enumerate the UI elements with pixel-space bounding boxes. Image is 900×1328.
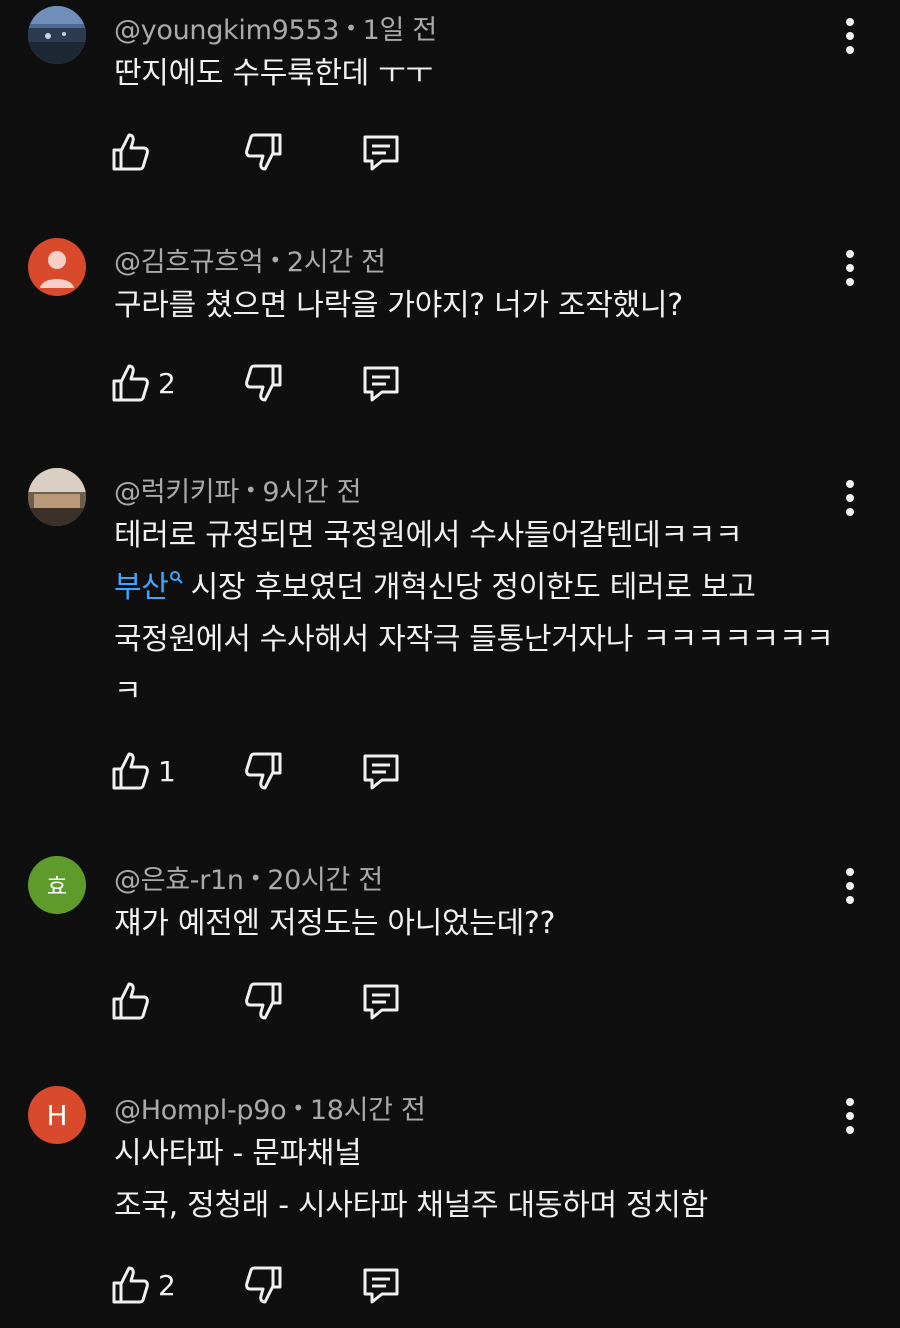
avatar-photo-icon <box>28 6 86 64</box>
comment-author[interactable]: @김흐규흐억 <box>114 247 264 278</box>
comment-meta: @youngkim9553 • 1일 전 <box>114 8 437 47</box>
comment-line: 딴지에도 수두룩한데 ㅜㅜ <box>114 56 433 91</box>
thumbs-up-icon <box>112 752 149 790</box>
comment-time: 18시간 전 <box>309 1095 426 1126</box>
more-options-icon[interactable] <box>838 250 862 286</box>
comment-author[interactable]: @럭키키파 <box>114 477 239 508</box>
avatar[interactable] <box>28 238 86 296</box>
like-button[interactable]: 2 <box>110 1264 176 1306</box>
person-icon <box>40 251 74 288</box>
thumbs-down-icon <box>245 982 282 1020</box>
search-link[interactable]: 부산 <box>114 570 169 605</box>
comment-author[interactable]: @youngkim9553 <box>114 15 339 46</box>
meta-separator: • <box>249 866 262 890</box>
comment-line: 국정원에서 수사해서 자작극 들통난거자나 ㅋㅋㅋㅋㅋㅋㅋ <box>114 622 834 657</box>
dislike-button[interactable] <box>244 980 284 1022</box>
more-options-icon[interactable] <box>838 480 862 516</box>
comment-line: ㅋ <box>114 674 142 709</box>
thumbs-down-icon <box>245 752 282 790</box>
comment-text: 쟤가 예전엔 저정도는 아니었는데?? <box>114 898 844 950</box>
reply-comment-icon <box>363 984 399 1020</box>
reply-button[interactable] <box>360 131 402 173</box>
reply-comment-icon <box>363 1268 399 1304</box>
dislike-button[interactable] <box>244 362 284 404</box>
avatar[interactable]: H <box>28 1086 86 1144</box>
more-options-icon[interactable] <box>838 868 862 904</box>
search-icon[interactable] <box>169 570 185 586</box>
dislike-button[interactable] <box>244 131 284 173</box>
reply-button[interactable] <box>360 1264 402 1306</box>
meta-separator: • <box>292 1096 304 1120</box>
thumbs-down-icon <box>245 133 282 171</box>
like-count: 1 <box>158 754 176 788</box>
comment-line: 부산 시장 후보였던 개혁신당 정이한도 테러로 보고 <box>114 562 844 614</box>
comment-meta: @김흐규흐억 • 2시간 전 <box>114 240 386 279</box>
like-button[interactable]: 1 <box>110 750 176 792</box>
thumbs-up-icon <box>112 133 149 171</box>
comment-time: 9시간 전 <box>262 477 362 508</box>
meta-separator: • <box>244 478 257 502</box>
thumbs-up-icon <box>112 982 149 1020</box>
like-button[interactable] <box>110 131 158 173</box>
comment-text: 테러로 규정되면 국정원에서 수사들어갈텐데ㅋㅋㅋ 부산 시장 후보였던 개혁신당… <box>114 510 844 718</box>
comment-line-text: 시장 후보였던 개혁신당 정이한도 테러로 보고 <box>190 570 756 605</box>
dislike-button[interactable] <box>244 750 284 792</box>
reply-button[interactable] <box>360 980 402 1022</box>
more-options-icon[interactable] <box>838 18 862 54</box>
more-options-icon[interactable] <box>838 1098 862 1134</box>
thumbs-down-icon <box>245 1266 282 1304</box>
like-count: 2 <box>158 1268 176 1302</box>
comment-time: 2시간 전 <box>286 247 386 278</box>
meta-separator: • <box>345 16 357 40</box>
comment-line: 테러로 규정되면 국정원에서 수사들어갈텐데ㅋㅋㅋ <box>114 518 743 553</box>
comment-author[interactable]: @은효-r1n <box>114 865 244 896</box>
comment-author[interactable]: @Hompl-p9o <box>114 1095 287 1126</box>
comment-line: 조국, 정청래 - 시사타파 채널주 대동하며 정치함 <box>114 1188 708 1223</box>
avatar-letter: H <box>46 1098 68 1132</box>
thumbs-up-icon <box>112 364 149 402</box>
thumbs-up-icon <box>112 1266 149 1304</box>
comment-line: 쟤가 예전엔 저정도는 아니었는데?? <box>114 906 556 941</box>
reply-button[interactable] <box>360 750 402 792</box>
meta-separator: • <box>269 248 281 272</box>
like-count: 2 <box>158 366 176 400</box>
comment-text: 구라를 쳤으면 나락을 가야지? 너가 조작했니? <box>114 280 844 332</box>
comment-time: 1일 전 <box>362 15 438 46</box>
like-button[interactable] <box>110 980 158 1022</box>
comment-meta: @럭키키파 • 9시간 전 <box>114 470 361 509</box>
comment-text: 시사타파 - 문파채널 조국, 정청래 - 시사타파 채널주 대동하며 정치함 <box>114 1128 844 1232</box>
dislike-button[interactable] <box>244 1264 284 1306</box>
avatar[interactable] <box>28 6 86 64</box>
comment-time: 20시간 전 <box>267 865 383 896</box>
avatar[interactable] <box>28 468 86 526</box>
like-button[interactable]: 2 <box>110 362 176 404</box>
comment-line: 시사타파 - 문파채널 <box>114 1136 362 1171</box>
avatar-photo-icon <box>28 468 86 526</box>
thumbs-down-icon <box>245 364 282 402</box>
comment-text: 딴지에도 수두룩한데 ㅜㅜ <box>114 48 844 100</box>
reply-comment-icon <box>363 366 399 402</box>
avatar-letter: 효 <box>46 875 68 900</box>
comment-meta: @Hompl-p9o • 18시간 전 <box>114 1088 426 1127</box>
reply-comment-icon <box>363 135 399 171</box>
avatar[interactable]: 효 <box>28 856 86 914</box>
reply-comment-icon <box>363 754 399 790</box>
comment-meta: @은효-r1n • 20시간 전 <box>114 858 383 897</box>
comment-line: 구라를 쳤으면 나락을 가야지? 너가 조작했니? <box>114 288 683 323</box>
reply-button[interactable] <box>360 362 402 404</box>
